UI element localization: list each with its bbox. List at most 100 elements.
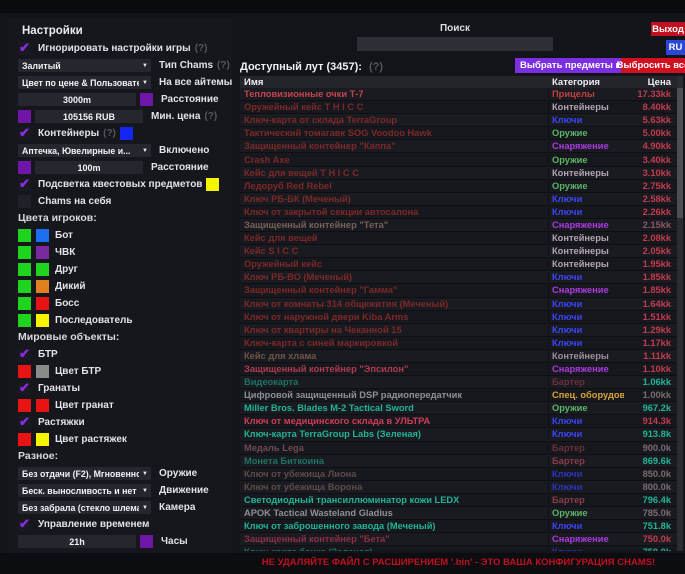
table-row[interactable]: Монета БиткоинаБартер869.6k xyxy=(240,455,677,468)
table-row[interactable]: Тактический томагавк SOG Voodoo HawkОруж… xyxy=(240,127,677,140)
color-swatch[interactable] xyxy=(36,297,49,310)
color-swatch[interactable] xyxy=(36,399,49,412)
discard-all-button[interactable]: Выбросить все xyxy=(621,58,685,73)
language-button[interactable]: RU xyxy=(666,40,685,55)
color-swatch[interactable] xyxy=(18,399,31,412)
checkbox[interactable]: ✔ xyxy=(18,127,31,140)
color-swatch[interactable] xyxy=(36,433,49,446)
table-row[interactable]: Кейс для вещей T H I C CКонтейнеры3.10kk xyxy=(240,167,677,180)
item-name: Светодиодный трансиллюминатор кожи LEDX xyxy=(240,495,548,505)
item-name: Кейс для хлама xyxy=(240,351,548,361)
dropdown[interactable]: Аптечка, Ювелирные и...▼ xyxy=(18,144,151,157)
table-row[interactable]: ВидеокартаБартер1.06kk xyxy=(240,376,677,389)
checkbox[interactable]: ✔ xyxy=(18,382,31,395)
table-row[interactable]: Ключ от квартиры на Чеканной 15Ключи1.29… xyxy=(240,324,677,337)
table-row[interactable]: Ключ РБ-ВО (Меченый)Ключи1.85kk xyxy=(240,271,677,284)
search-input[interactable] xyxy=(357,37,553,51)
table-row[interactable]: Кейс для хламаКонтейнеры1.11kk xyxy=(240,350,677,363)
table-row[interactable]: Ключ-карта TerraGroup Labs (Зеленая)Ключ… xyxy=(240,428,677,441)
dropdown[interactable]: Без забрала (стекло шлема)▼ xyxy=(18,501,151,514)
table-row[interactable]: Ледоруб Red RebelОружие2.75kk xyxy=(240,180,677,193)
dropdown[interactable]: Цвет по цене & Пользователь▼ xyxy=(18,76,151,89)
column-header-name[interactable]: Имя xyxy=(240,77,552,88)
color-swatch[interactable] xyxy=(140,93,153,106)
text-input[interactable]: 21h xyxy=(18,535,136,548)
table-scrollbar-thumb[interactable] xyxy=(677,88,683,218)
dropdown[interactable]: Залитый▼ xyxy=(18,59,151,72)
table-row[interactable]: Тепловизионные очки Т-7Прицелы17.33kk xyxy=(240,88,677,101)
color-swatch[interactable] xyxy=(18,110,31,123)
table-row[interactable]: Оружейный кейс T H I C CКонтейнеры8.40kk xyxy=(240,101,677,114)
item-price: 17.33kk xyxy=(624,89,677,99)
table-row[interactable]: Ключ-карта банка (Зеленая)Ключи750.0k xyxy=(240,546,677,551)
table-row[interactable]: Кейс S I C CКонтейнеры2.05kk xyxy=(240,245,677,258)
color-swatch[interactable] xyxy=(36,280,49,293)
color-swatch[interactable] xyxy=(18,365,31,378)
dropdown[interactable]: Беск. выносливость и нет уста▼ xyxy=(18,484,151,497)
text-input[interactable]: 3000m xyxy=(18,93,136,106)
table-row[interactable]: Ключ от убежища ВоронаКлючи800.0k xyxy=(240,481,677,494)
table-row[interactable]: Ключ от закрытой секции автосалонаКлючи2… xyxy=(240,206,677,219)
chevron-down-icon: ▼ xyxy=(139,505,151,511)
table-row[interactable]: Crash AxeОружие3.40kk xyxy=(240,153,677,166)
checkbox[interactable] xyxy=(18,195,31,208)
table-row[interactable]: Светодиодный трансиллюминатор кожи LEDXБ… xyxy=(240,494,677,507)
table-row[interactable]: Медаль LegaБартер900.0k xyxy=(240,442,677,455)
table-row[interactable]: Ключ от медицинского склада в УЛЬТРАКлюч… xyxy=(240,415,677,428)
item-name: Crash Axe xyxy=(240,155,548,165)
text-input[interactable]: 100m xyxy=(35,161,143,174)
checkbox[interactable]: ✔ xyxy=(18,416,31,429)
table-row[interactable]: Ключ от наружной двери Kiba ArmsКлючи1.5… xyxy=(240,311,677,324)
color-swatch[interactable] xyxy=(18,297,31,310)
color-swatch[interactable] xyxy=(36,246,49,259)
checkbox[interactable]: ✔ xyxy=(18,518,31,531)
color-swatch[interactable] xyxy=(36,229,49,242)
color-swatch[interactable] xyxy=(36,263,49,276)
checkbox[interactable]: ✔ xyxy=(18,42,31,55)
table-row[interactable]: Защищенный контейнер "Эпсилон"Снаряжение… xyxy=(240,363,677,376)
item-category: Ключи xyxy=(548,521,624,531)
table-row[interactable]: Ключ-карта от склада TerraGroupКлючи5.63… xyxy=(240,114,677,127)
table-row[interactable]: Ключ от убежища ЛионаКлючи850.0k xyxy=(240,468,677,481)
color-swatch[interactable] xyxy=(18,280,31,293)
color-swatch[interactable] xyxy=(18,161,31,174)
color-swatch[interactable] xyxy=(140,535,153,548)
table-row[interactable]: Цифровой защищенный DSP радиопередатчикС… xyxy=(240,389,677,402)
settings-row: 21h Часы xyxy=(8,533,232,550)
color-swatch[interactable] xyxy=(36,365,49,378)
color-swatch[interactable] xyxy=(206,178,219,191)
table-row[interactable]: APOK Tactical Wasteland GladiusОружие785… xyxy=(240,507,677,520)
item-name: Кейс S I C C xyxy=(240,246,548,256)
table-row[interactable]: Ключ от комнаты 314 общежития (Меченый)К… xyxy=(240,298,677,311)
section-label: Разное: xyxy=(8,448,232,465)
table-row[interactable]: Защищенный контейнер "Бета"Снаряжение750… xyxy=(240,533,677,546)
color-swatch[interactable] xyxy=(18,314,31,327)
item-category: Контейнеры xyxy=(548,102,624,112)
table-row[interactable]: Защищенный контейнер "Гамма"Снаряжение1.… xyxy=(240,284,677,297)
setting-label: Часы xyxy=(161,536,188,547)
table-row[interactable]: Ключ-карта с синей маркировкойКлючи1.17k… xyxy=(240,337,677,350)
column-header-category[interactable]: Категория xyxy=(552,77,624,88)
settings-row: Дикий xyxy=(8,278,232,295)
column-header-price[interactable]: Цена xyxy=(624,77,677,88)
table-row[interactable]: Защищенный контейнер "Тета"Снаряжение2.1… xyxy=(240,219,677,232)
color-swatch[interactable] xyxy=(18,433,31,446)
table-row[interactable]: Ключ РБ-БК (Меченый)Ключи2.58kk xyxy=(240,193,677,206)
table-row[interactable]: Оружейный кейсКонтейнеры1.95kk xyxy=(240,258,677,271)
exit-button[interactable]: Выход xyxy=(651,22,685,36)
table-row[interactable]: Ключ от заброшенного завода (Меченый)Клю… xyxy=(240,520,677,533)
table-row[interactable]: Кейс для вещейКонтейнеры2.08kk xyxy=(240,232,677,245)
settings-row: Последователь xyxy=(8,312,232,329)
table-row[interactable]: Miller Bros. Blades M-2 Tactical SwordОр… xyxy=(240,402,677,415)
color-swatch[interactable] xyxy=(18,263,31,276)
table-row[interactable]: Защищенный контейнер "Каппа"Снаряжение4.… xyxy=(240,140,677,153)
setting-label: Движение xyxy=(159,485,209,496)
color-swatch[interactable] xyxy=(36,314,49,327)
color-swatch[interactable] xyxy=(18,246,31,259)
dropdown[interactable]: Без отдачи (F2), Мгновенное п▼ xyxy=(18,467,151,480)
checkbox[interactable]: ✔ xyxy=(18,348,31,361)
color-swatch[interactable] xyxy=(18,229,31,242)
text-input[interactable]: 105156 RUB xyxy=(35,110,143,123)
checkbox[interactable]: ✔ xyxy=(18,178,31,191)
color-swatch[interactable] xyxy=(120,127,133,140)
